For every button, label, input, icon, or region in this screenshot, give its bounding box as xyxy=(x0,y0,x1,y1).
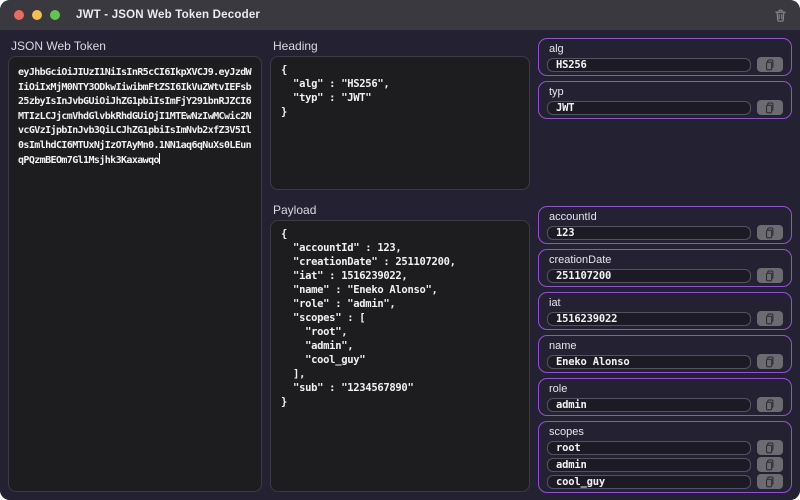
header-claims-group: alg HS256 typ JWT xyxy=(538,38,792,124)
claim-value-field[interactable]: admin xyxy=(547,458,751,472)
text-caret xyxy=(159,153,160,164)
copy-button[interactable] xyxy=(757,397,783,412)
token-column: JSON Web Token eyJhbGciOiJIUzI1NiIsInR5c… xyxy=(8,38,262,492)
titlebar: JWT - JSON Web Token Decoder xyxy=(0,0,800,30)
copy-button[interactable] xyxy=(757,225,783,240)
copy-button[interactable] xyxy=(757,354,783,369)
copy-icon xyxy=(764,270,776,282)
token-section-label: JSON Web Token xyxy=(11,38,262,54)
claim-value-field[interactable]: admin xyxy=(547,398,751,412)
claim-key-label: typ xyxy=(549,86,783,98)
payload-section-label: Payload xyxy=(273,202,530,218)
claim-value-field[interactable]: 1516239022 xyxy=(547,312,751,326)
claim-card-typ: typ JWT xyxy=(538,81,792,119)
copy-icon xyxy=(764,476,776,488)
app-window: JWT - JSON Web Token Decoder JSON Web To… xyxy=(0,0,800,500)
zoom-window-button[interactable] xyxy=(50,10,60,20)
claim-card-creationdate: creationDate 251107200 xyxy=(538,249,792,287)
copy-button[interactable] xyxy=(757,268,783,283)
content-area: JSON Web Token eyJhbGciOiJIUzI1NiIsInR5c… xyxy=(0,30,800,500)
trash-icon xyxy=(773,8,788,23)
copy-icon xyxy=(764,313,776,325)
claim-card-name: name Eneko Alonso xyxy=(538,335,792,373)
claim-value-field[interactable]: root xyxy=(547,441,751,455)
copy-button[interactable] xyxy=(757,457,783,472)
claim-key-label: iat xyxy=(549,297,783,309)
copy-icon xyxy=(764,399,776,411)
claims-column: alg HS256 typ JWT xyxy=(538,38,792,492)
copy-icon xyxy=(764,459,776,471)
claim-card-iat: iat 1516239022 xyxy=(538,292,792,330)
copy-button[interactable] xyxy=(757,311,783,326)
claim-value-field[interactable]: cool_guy xyxy=(547,475,751,489)
copy-icon xyxy=(764,227,776,239)
token-text: eyJhbGciOiJIUzI1NiIsInR5cCI6IkpXVCJ9.eyJ… xyxy=(18,67,251,166)
close-window-button[interactable] xyxy=(14,10,24,20)
claim-value-field[interactable]: 123 xyxy=(547,226,751,240)
window-title: JWT - JSON Web Token Decoder xyxy=(76,9,260,21)
claim-key-label: name xyxy=(549,340,783,352)
claim-key-label: scopes xyxy=(549,426,783,438)
copy-icon xyxy=(764,442,776,454)
copy-icon xyxy=(764,356,776,368)
claim-card-alg: alg HS256 xyxy=(538,38,792,76)
copy-button[interactable] xyxy=(757,57,783,72)
claim-key-label: alg xyxy=(549,43,783,55)
claim-key-label: accountId xyxy=(549,211,783,223)
copy-icon xyxy=(764,59,776,71)
copy-icon xyxy=(764,102,776,114)
token-editor[interactable]: eyJhbGciOiJIUzI1NiIsInR5cCI6IkpXVCJ9.eyJ… xyxy=(8,56,262,492)
claim-value-field[interactable]: Eneko Alonso xyxy=(547,355,751,369)
heading-section-label: Heading xyxy=(273,38,530,54)
payload-claims-group: accountId 123 creationDate 251107200 xyxy=(538,206,792,498)
claim-card-role: role admin xyxy=(538,378,792,416)
decoded-column: Heading { "alg" : "HS256", "typ" : "JWT"… xyxy=(270,38,530,492)
claim-card-accountid: accountId 123 xyxy=(538,206,792,244)
copy-button[interactable] xyxy=(757,474,783,489)
claim-key-label: creationDate xyxy=(549,254,783,266)
copy-button[interactable] xyxy=(757,100,783,115)
clear-button[interactable] xyxy=(771,6,790,25)
claim-card-scopes: scopes root admin cool_guy xyxy=(538,421,792,493)
minimize-window-button[interactable] xyxy=(32,10,42,20)
copy-button[interactable] xyxy=(757,440,783,455)
heading-json-view: { "alg" : "HS256", "typ" : "JWT" } xyxy=(270,56,530,190)
claim-value-field[interactable]: JWT xyxy=(547,101,751,115)
claim-value-field[interactable]: HS256 xyxy=(547,58,751,72)
payload-json-view: { "accountId" : 123, "creationDate" : 25… xyxy=(270,220,530,492)
claim-value-field[interactable]: 251107200 xyxy=(547,269,751,283)
claim-key-label: role xyxy=(549,383,783,395)
